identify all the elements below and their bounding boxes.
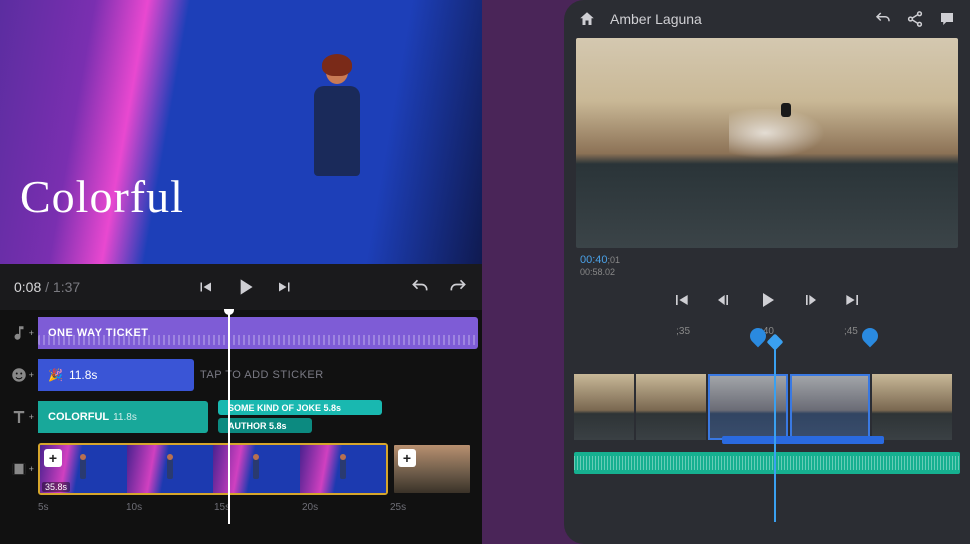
playback-controls xyxy=(564,280,970,320)
add-music-button[interactable]: + xyxy=(0,324,38,342)
step-back-button[interactable] xyxy=(713,290,733,310)
topbar: Amber Laguna xyxy=(564,0,970,38)
timecode-display: 00:40;01 00:58.02 xyxy=(564,248,970,280)
clip-duration: 35.8s xyxy=(42,482,70,492)
selection-range[interactable] xyxy=(722,436,884,444)
preview-subject xyxy=(302,60,372,230)
time-display: 0:08 / 1:37 xyxy=(14,279,80,295)
preview-subject xyxy=(775,97,799,127)
text-clip-main[interactable]: COLORFUL11.8s xyxy=(38,401,208,433)
insert-before-button[interactable]: + xyxy=(398,449,416,467)
sticker-clip[interactable]: 🎉11.8s xyxy=(38,359,194,391)
video-thumb-selected[interactable] xyxy=(708,374,788,440)
play-button[interactable] xyxy=(755,288,779,312)
timeline[interactable]: + ONE WAY TICKET + 🎉11.8s TAP TO ADD STI… xyxy=(0,310,482,524)
undo-button[interactable] xyxy=(874,10,892,28)
text-track-row: + COLORFUL11.8s SOME KIND OF JOKE 5.8s A… xyxy=(0,398,482,436)
home-button[interactable] xyxy=(578,10,596,28)
video-track-row: + + 35.8s + xyxy=(0,440,482,498)
add-sticker-button[interactable]: + xyxy=(0,366,38,384)
video-clip-1[interactable]: + 35.8s xyxy=(38,443,388,495)
current-time: 0:08 xyxy=(14,279,41,295)
music-clip[interactable]: ONE WAY TICKET xyxy=(38,317,478,349)
video-editor-left: Colorful 0:08 / 1:37 + ONE WAY TICKET + xyxy=(0,0,482,544)
overlay-title: Colorful xyxy=(20,170,184,223)
text-clip-sub1[interactable]: SOME KIND OF JOKE 5.8s xyxy=(218,400,382,415)
sticker-track-row: + 🎉11.8s TAP TO ADD STICKER xyxy=(0,356,482,394)
playback-controls: 0:08 / 1:37 xyxy=(0,264,482,310)
comment-button[interactable] xyxy=(938,10,956,28)
timeline[interactable] xyxy=(564,342,970,544)
total-duration: 1:37 xyxy=(53,279,80,295)
undo-button[interactable] xyxy=(410,277,430,297)
video-thumb[interactable] xyxy=(636,374,706,440)
video-editor-right: Amber Laguna 00:40;01 00:58.02 ;35;40;45 xyxy=(564,0,970,544)
preview-pane[interactable]: Colorful xyxy=(0,0,482,264)
video-thumb-selected[interactable] xyxy=(790,374,870,440)
next-button[interactable] xyxy=(276,278,294,296)
video-thumb[interactable] xyxy=(872,374,952,440)
playhead[interactable] xyxy=(774,342,776,522)
party-icon: 🎉 xyxy=(48,368,63,382)
skip-start-button[interactable] xyxy=(671,290,691,310)
time-ruler: ;35;40;45 xyxy=(564,320,970,342)
add-video-button[interactable]: + xyxy=(0,460,38,478)
prev-button[interactable] xyxy=(196,278,214,296)
play-button[interactable] xyxy=(232,274,258,300)
project-title: Amber Laguna xyxy=(610,11,860,27)
preview-pane[interactable] xyxy=(576,38,958,248)
redo-button[interactable] xyxy=(448,277,468,297)
video-thumb[interactable] xyxy=(574,374,634,440)
audio-track[interactable] xyxy=(574,452,960,474)
video-clip-2[interactable]: + xyxy=(392,443,472,495)
music-track-row: + ONE WAY TICKET xyxy=(0,314,482,352)
add-sticker-hint[interactable]: TAP TO ADD STICKER xyxy=(200,356,324,394)
add-text-button[interactable]: + xyxy=(0,408,38,426)
video-track[interactable] xyxy=(574,374,960,440)
text-clip-sub2[interactable]: AUTHOR 5.8s xyxy=(218,418,312,433)
share-button[interactable] xyxy=(906,10,924,28)
playhead[interactable] xyxy=(228,310,230,524)
skip-end-button[interactable] xyxy=(843,290,863,310)
insert-before-button[interactable]: + xyxy=(44,449,62,467)
time-ruler: 5s10s15s20s25s xyxy=(0,502,482,524)
step-forward-button[interactable] xyxy=(801,290,821,310)
